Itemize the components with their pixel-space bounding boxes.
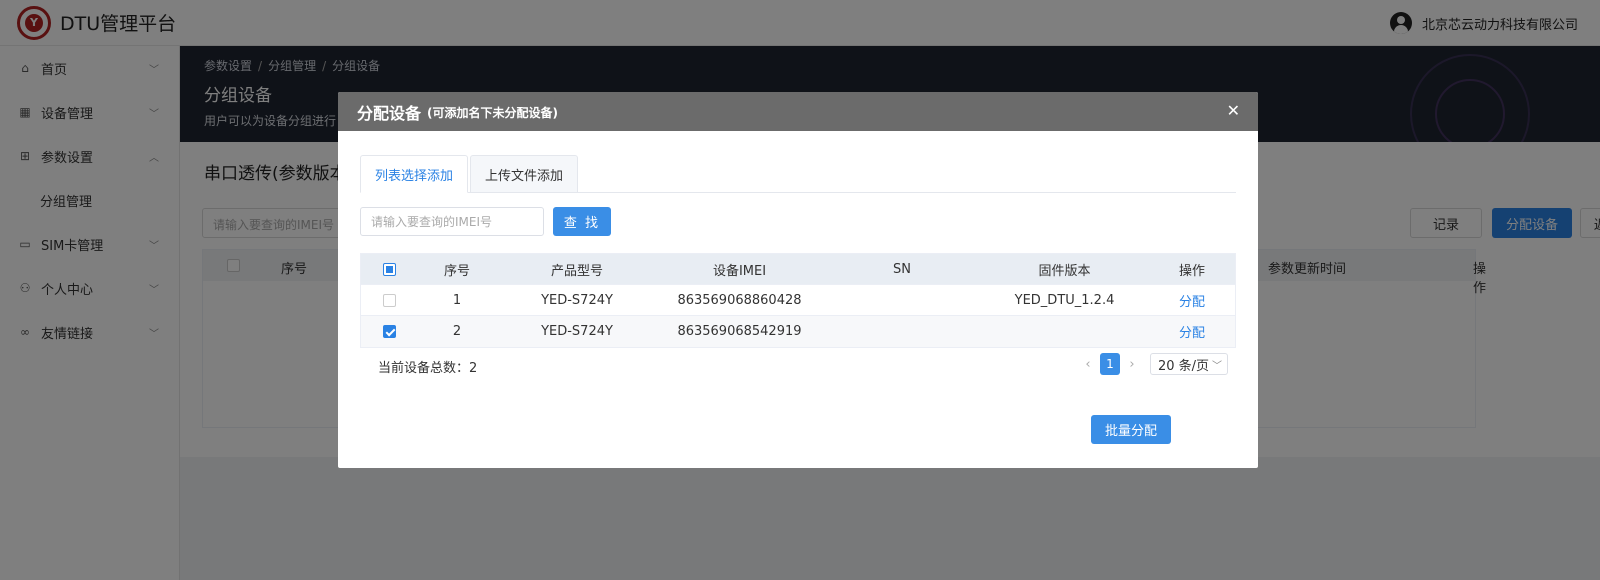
column-header: SN <box>893 262 911 277</box>
column-header: 序号 <box>443 264 470 279</box>
assign-link[interactable]: 分配 <box>1147 285 1237 316</box>
page-size-select[interactable]: 20 条/页 ﹀ <box>1150 353 1228 375</box>
cell-index: 1 <box>452 293 462 308</box>
select-all-checkbox[interactable] <box>382 263 396 276</box>
assign-link[interactable]: 分配 <box>1147 316 1237 347</box>
device-total: 当前设备总数：2 <box>378 361 478 376</box>
device-table: 序号 产品型号 设备IMEI SN 固件版本 操作 1 YED-S724Y 86… <box>360 253 1236 348</box>
close-icon[interactable]: ✕ <box>1227 101 1240 120</box>
search-button[interactable]: 查 找 <box>553 207 611 236</box>
tab-upload-file[interactable]: 上传文件添加 <box>470 155 578 193</box>
row-checkbox[interactable] <box>382 325 396 338</box>
tab-list-select[interactable]: 列表选择添加 <box>360 155 468 193</box>
batch-assign-button[interactable]: 批量分配 <box>1091 415 1171 444</box>
cell-sn <box>822 316 982 347</box>
imei-search-input[interactable] <box>360 207 544 236</box>
cell-imei: 863569068860428 <box>677 293 802 308</box>
cell-firmware: YED_DTU_1.2.4 <box>1014 293 1115 308</box>
cell-firmware <box>982 316 1147 347</box>
row-checkbox[interactable] <box>382 294 396 307</box>
dialog-subtitle: (可添加名下未分配设备) <box>427 106 558 120</box>
dialog-header: 分配设备 (可添加名下未分配设备) ✕ <box>338 92 1258 131</box>
column-header: 操作 <box>1178 264 1205 279</box>
dialog-title: 分配设备 <box>357 103 422 123</box>
table-row: 2 YED-S724Y 863569068542919 分配 <box>361 316 1235 347</box>
pagination: ‹ 1 › 20 条/页 ﹀ <box>1080 353 1228 375</box>
cell-model: YED-S724Y <box>541 293 613 308</box>
page-size-value: 20 条/页 <box>1158 358 1210 374</box>
page-number[interactable]: 1 <box>1100 353 1120 375</box>
cell-index: 2 <box>452 324 462 339</box>
column-header: 设备IMEI <box>712 264 767 279</box>
table-row: 1 YED-S724Y 863569068860428 YED_DTU_1.2.… <box>361 285 1235 316</box>
chevron-down-icon: ﹀ <box>1212 361 1222 372</box>
column-header: 固件版本 <box>1038 264 1091 279</box>
next-page-icon[interactable]: › <box>1124 357 1140 372</box>
cell-imei: 863569068542919 <box>677 324 802 339</box>
assign-device-dialog: 分配设备 (可添加名下未分配设备) ✕ 列表选择添加 上传文件添加 查 找 序号… <box>338 92 1258 468</box>
cell-sn <box>822 285 982 316</box>
column-header: 产品型号 <box>550 264 603 279</box>
table-header: 序号 产品型号 设备IMEI SN 固件版本 操作 <box>361 254 1235 285</box>
prev-page-icon[interactable]: ‹ <box>1080 357 1096 372</box>
cell-model: YED-S724Y <box>541 324 613 339</box>
tab-bar: 列表选择添加 上传文件添加 <box>360 155 1236 193</box>
